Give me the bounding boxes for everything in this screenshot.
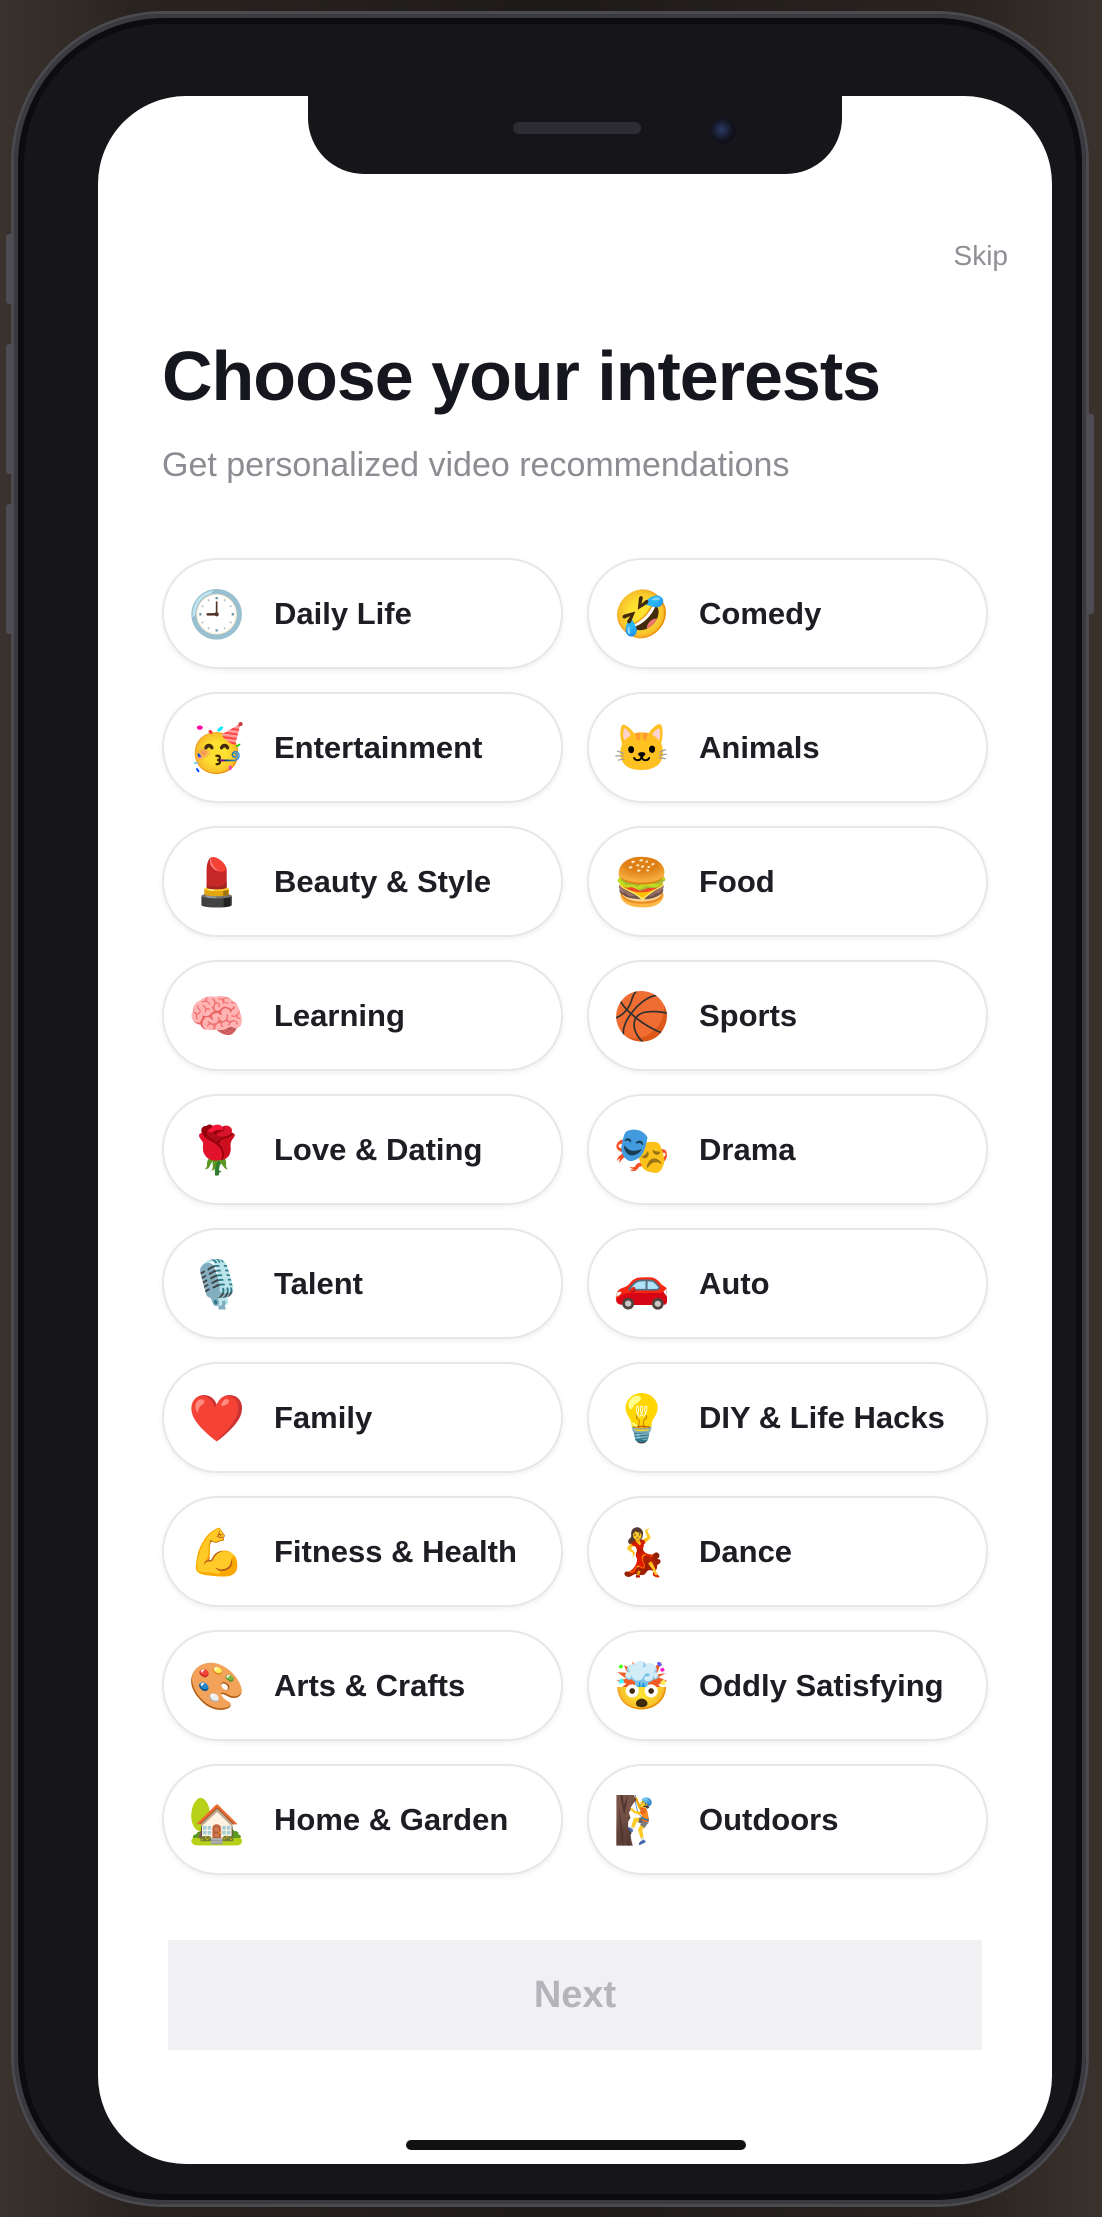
interest-label: Home & Garden [274, 1801, 509, 1837]
interest-label: Oddly Satisfying [699, 1667, 944, 1703]
brain-icon: 🧠 [188, 989, 246, 1042]
volume-up-button [6, 344, 14, 474]
speaker-grille [513, 122, 641, 134]
interest-chip-food[interactable]: 🍔 Food [587, 826, 988, 937]
page-title: Choose your interests [162, 337, 881, 415]
interest-chip-home-garden[interactable]: 🏡 Home & Garden [162, 1764, 563, 1875]
exploding-head-icon: 🤯 [613, 1659, 671, 1712]
screen: Skip Choose your interests Get personali… [98, 96, 1052, 2164]
interest-chip-entertainment[interactable]: 🥳 Entertainment [162, 692, 563, 803]
interest-label: Family [274, 1399, 373, 1435]
party-face-icon: 🥳 [188, 721, 246, 774]
interest-chip-auto[interactable]: 🚗 Auto [587, 1228, 988, 1339]
cat-face-icon: 🐱 [613, 721, 671, 774]
interest-chip-family[interactable]: ❤️ Family [162, 1362, 563, 1473]
next-button[interactable]: Next [168, 1940, 982, 2050]
phone-frame: Skip Choose your interests Get personali… [6, 14, 1094, 2204]
interest-label: Entertainment [274, 729, 483, 765]
interest-chip-outdoors[interactable]: 🧗 Outdoors [587, 1764, 988, 1875]
interest-chip-drama[interactable]: 🎭 Drama [587, 1094, 988, 1205]
interest-label: Food [699, 863, 775, 899]
volume-down-button [6, 504, 14, 634]
power-button [1086, 414, 1094, 614]
interest-label: Dance [699, 1533, 793, 1569]
notch [308, 96, 842, 174]
heart-icon: ❤️ [188, 1391, 246, 1444]
interest-label: Fitness & Health [274, 1533, 517, 1569]
interest-label: Daily Life [274, 595, 412, 631]
page-subtitle: Get personalized video recommendations [162, 446, 790, 484]
interest-label: Comedy [699, 595, 822, 631]
interest-chip-arts-crafts[interactable]: 🎨 Arts & Crafts [162, 1630, 563, 1741]
dancer-icon: 💃 [613, 1525, 671, 1578]
interests-grid: 🕘 Daily Life 🤣 Comedy 🥳 Entertainment 🐱 … [162, 558, 988, 1875]
home-indicator [406, 2140, 746, 2150]
car-icon: 🚗 [613, 1257, 671, 1310]
interest-label: Talent [274, 1265, 363, 1301]
rose-icon: 🌹 [188, 1123, 246, 1176]
interest-chip-oddly-satisfying[interactable]: 🤯 Oddly Satisfying [587, 1630, 988, 1741]
interest-label: Auto [699, 1265, 770, 1301]
interest-chip-beauty-style[interactable]: 💄 Beauty & Style [162, 826, 563, 937]
interest-chip-sports[interactable]: 🏀 Sports [587, 960, 988, 1071]
interest-chip-dance[interactable]: 💃 Dance [587, 1496, 988, 1607]
light-bulb-icon: 💡 [613, 1391, 671, 1444]
clock-icon: 🕘 [188, 587, 246, 640]
interest-label: Love & Dating [274, 1131, 483, 1167]
flexed-bicep-icon: 💪 [188, 1525, 246, 1578]
skip-button[interactable]: Skip [954, 240, 1008, 272]
interest-chip-talent[interactable]: 🎙️ Talent [162, 1228, 563, 1339]
interest-chip-learning[interactable]: 🧠 Learning [162, 960, 563, 1071]
interest-label: Beauty & Style [274, 863, 492, 899]
interest-label: Drama [699, 1131, 796, 1167]
interest-chip-daily-life[interactable]: 🕘 Daily Life [162, 558, 563, 669]
palette-icon: 🎨 [188, 1659, 246, 1712]
burger-icon: 🍔 [613, 855, 671, 908]
microphone-icon: 🎙️ [188, 1257, 246, 1310]
interest-label: DIY & Life Hacks [699, 1399, 945, 1435]
interest-chip-love-dating[interactable]: 🌹 Love & Dating [162, 1094, 563, 1205]
interest-label: Outdoors [699, 1801, 839, 1837]
basketball-icon: 🏀 [613, 989, 671, 1042]
house-garden-icon: 🏡 [188, 1793, 246, 1846]
laughing-face-icon: 🤣 [613, 587, 671, 640]
lipstick-icon: 💄 [188, 855, 246, 908]
interest-label: Sports [699, 997, 798, 1033]
interest-label: Learning [274, 997, 405, 1033]
interest-chip-animals[interactable]: 🐱 Animals [587, 692, 988, 803]
interest-chip-fitness-health[interactable]: 💪 Fitness & Health [162, 1496, 563, 1607]
interest-chip-diy-life-hacks[interactable]: 💡 DIY & Life Hacks [587, 1362, 988, 1473]
front-camera [710, 118, 736, 144]
interest-chip-comedy[interactable]: 🤣 Comedy [587, 558, 988, 669]
mute-switch [6, 234, 14, 304]
interest-label: Animals [699, 729, 820, 765]
theater-masks-icon: 🎭 [613, 1123, 671, 1176]
interest-label: Arts & Crafts [274, 1667, 466, 1703]
climber-icon: 🧗 [613, 1793, 671, 1846]
